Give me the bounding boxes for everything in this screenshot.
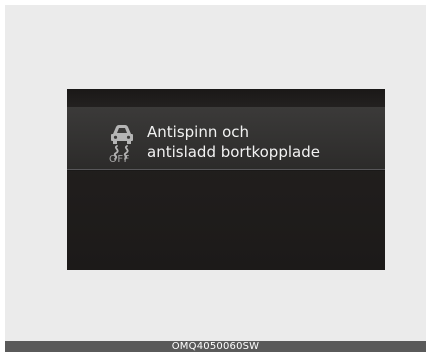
warning-message-line-1: Antispinn och	[147, 123, 250, 141]
figure-caption-bar: OMQ4050060SW	[5, 341, 426, 352]
display-top-bar	[67, 89, 385, 107]
figure-code: OMQ4050060SW	[171, 341, 260, 352]
instrument-cluster-display: OFF Antispinn och antisladd bortkopplade	[67, 89, 385, 270]
warning-message-panel: OFF Antispinn och antisladd bortkopplade	[67, 107, 385, 170]
esc-off-label: OFF	[109, 154, 130, 165]
illustration-frame: OFF Antispinn och antisladd bortkopplade	[5, 5, 426, 341]
warning-message-line-2: antisladd bortkopplade	[147, 143, 320, 161]
